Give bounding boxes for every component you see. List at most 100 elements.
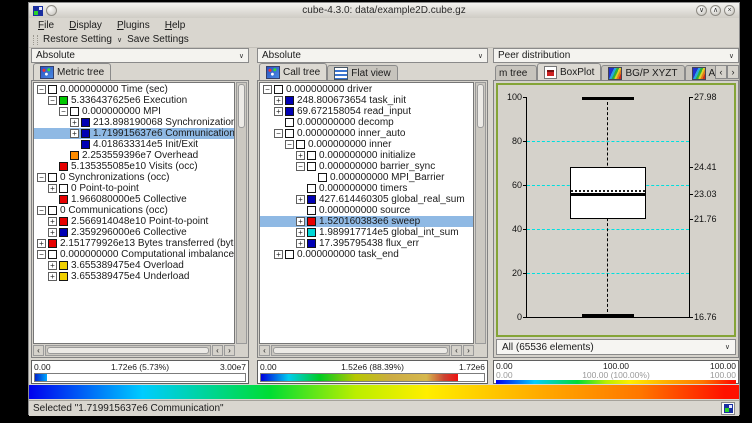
metric-tree-row[interactable]: +3.655389475e4 Overload <box>34 260 234 271</box>
scroll-left-button[interactable]: ‹ <box>259 345 270 356</box>
metric-tree-row[interactable]: +2.359296000e6 Collective <box>34 227 234 238</box>
menu-help[interactable]: Help <box>165 20 186 31</box>
call-tree-row[interactable]: 0.000000000 MPI_Barrier <box>260 172 473 183</box>
chevron-down-icon[interactable]: ∨ <box>117 36 122 44</box>
metric-tree-row[interactable]: +213.898190068 Synchronization <box>34 117 234 128</box>
metric-tree-row[interactable]: +2.566914048e10 Point-to-point <box>34 216 234 227</box>
expand-icon[interactable]: + <box>48 261 57 270</box>
element-filter-dropdown[interactable]: All (65536 elements) ∨ <box>496 339 736 355</box>
call-tree-row[interactable]: +17.395795438 flux_err <box>260 238 473 249</box>
scroll-left-button[interactable]: ‹ <box>451 345 462 356</box>
collapse-icon[interactable]: − <box>37 206 46 215</box>
scrollbar-slider[interactable] <box>273 347 448 354</box>
metric-horizontal-scrollbar[interactable]: ‹ ‹ › <box>33 345 235 356</box>
restore-setting-button[interactable]: Restore Setting <box>43 34 112 45</box>
scroll-right-button[interactable]: › <box>224 345 235 356</box>
metric-tree-row[interactable]: 1.966080000e5 Collective <box>34 194 234 205</box>
sync-toolbar-button[interactable] <box>721 402 735 415</box>
tab-scroll-right-button[interactable]: › <box>727 65 739 79</box>
call-tree-row[interactable]: 0.000000000 timers <box>260 183 473 194</box>
call-tree-row[interactable]: 0.000000000 source <box>260 205 473 216</box>
metric-tree-row[interactable]: −0.000000000 Computational imbalance (se… <box>34 249 234 260</box>
scroll-left-button[interactable]: ‹ <box>212 345 223 356</box>
tab-flat-view[interactable]: Flat view <box>327 65 397 80</box>
menu-plugins[interactable]: Plugins <box>117 20 150 31</box>
expand-icon[interactable]: + <box>48 272 57 281</box>
collapse-icon[interactable]: − <box>285 140 294 149</box>
save-settings-button[interactable]: Save Settings <box>127 34 189 45</box>
call-tree-row[interactable]: +1.989917714e5 global_int_sum <box>260 227 473 238</box>
scrollbar-track[interactable] <box>45 345 211 356</box>
metric-tree-row[interactable]: −0.000000000 MPI <box>34 106 234 117</box>
expand-icon[interactable]: + <box>48 228 57 237</box>
collapse-icon[interactable]: − <box>48 96 57 105</box>
expand-icon[interactable]: + <box>296 228 305 237</box>
call-vertical-scrollbar[interactable] <box>475 82 486 344</box>
collapse-icon[interactable]: − <box>274 129 283 138</box>
expand-icon[interactable]: + <box>274 96 283 105</box>
expand-icon[interactable]: + <box>70 129 79 138</box>
scrollbar-slider[interactable] <box>477 84 484 128</box>
tab-scroll-left-button[interactable]: ‹ <box>715 65 727 79</box>
metric-tree-row[interactable]: −5.336437625e6 Execution <box>34 95 234 106</box>
call-tree-row[interactable]: −0.000000000 driver <box>260 84 473 95</box>
collapse-icon[interactable]: − <box>59 107 68 116</box>
expand-icon[interactable]: + <box>70 118 79 127</box>
call-tree-row[interactable]: 0.000000000 decomp <box>260 117 473 128</box>
scrollbar-slider[interactable] <box>47 347 209 354</box>
metric-tree-row[interactable]: +2.151779926e13 Bytes transferred (bytes… <box>34 238 234 249</box>
minimize-icon[interactable]: ∨ <box>696 5 707 16</box>
expand-icon[interactable]: + <box>48 184 57 193</box>
call-tree-row[interactable]: +427.614460305 global_real_sum <box>260 194 473 205</box>
metric-tree-row[interactable]: +1.719915637e6 Communication <box>34 128 234 139</box>
call-tree-row[interactable]: +1.520160383e6 sweep <box>260 216 473 227</box>
expand-icon[interactable]: + <box>274 250 283 259</box>
call-tree-row[interactable]: +248.800673654 task_init <box>260 95 473 106</box>
tab-boxplot[interactable]: BoxPlot <box>537 63 601 80</box>
expand-icon[interactable]: + <box>37 239 46 248</box>
scroll-right-button[interactable]: › <box>463 345 474 356</box>
metric-tree-row[interactable]: +3.655389475e4 Underload <box>34 271 234 282</box>
collapse-icon[interactable]: − <box>37 173 46 182</box>
call-tree-row[interactable]: −0.000000000 inner <box>260 139 473 150</box>
metric-tree-row[interactable]: 2.253559396e7 Overhead <box>34 150 234 161</box>
maximize-icon[interactable]: ∧ <box>710 5 721 16</box>
metric-tree-row[interactable]: −0.000000000 Time (sec) <box>34 84 234 95</box>
expand-icon[interactable]: + <box>274 107 283 116</box>
collapse-icon[interactable]: − <box>296 162 305 171</box>
metric-tree-view[interactable]: −0.000000000 Time (sec)−5.336437625e6 Ex… <box>33 82 235 344</box>
metric-tree-row[interactable]: −0 Synchronizations (occ) <box>34 172 234 183</box>
expand-icon[interactable]: + <box>296 217 305 226</box>
expand-icon[interactable]: + <box>296 151 305 160</box>
system-selector-combo[interactable]: Peer distribution ∨ <box>493 48 739 63</box>
call-tree-row[interactable]: −0.000000000 inner_auto <box>260 128 473 139</box>
menu-display[interactable]: Display <box>69 20 102 31</box>
metric-vertical-scrollbar[interactable] <box>236 82 247 344</box>
scrollbar-slider[interactable] <box>238 84 245 128</box>
call-tree-view[interactable]: −0.000000000 driver+248.800673654 task_i… <box>259 82 474 344</box>
scroll-left-button[interactable]: ‹ <box>33 345 44 356</box>
call-tree-row[interactable]: −0.000000000 barrier_sync <box>260 161 473 172</box>
tab-metric-tree[interactable]: Metric tree <box>33 63 111 80</box>
expand-icon[interactable]: + <box>296 195 305 204</box>
close-icon[interactable]: × <box>724 5 735 16</box>
toolbar-handle[interactable] <box>33 35 38 45</box>
metric-tree-row[interactable]: −0 Communications (occ) <box>34 205 234 216</box>
call-selector-combo[interactable]: Absolute ∨ <box>257 48 488 63</box>
menu-file[interactable]: File <box>38 20 54 31</box>
titlebar[interactable]: cube-4.3.0: data/example2D.cube.gz ∨ ∧ × <box>29 3 739 18</box>
expand-icon[interactable]: + <box>48 217 57 226</box>
metric-selector-combo[interactable]: Absolute ∨ <box>31 48 249 63</box>
metric-tree-row[interactable]: +0 Point-to-point <box>34 183 234 194</box>
tab-call-tree[interactable]: Call tree <box>259 63 327 80</box>
call-tree-row[interactable]: +0.000000000 initialize <box>260 150 473 161</box>
tab-bgp-xyzt[interactable]: BG/P XYZT <box>601 65 684 80</box>
expand-icon[interactable]: + <box>296 239 305 248</box>
collapse-icon[interactable]: − <box>263 85 272 94</box>
scrollbar-track[interactable] <box>271 345 450 356</box>
collapse-icon[interactable]: − <box>37 85 46 94</box>
metric-tree-row[interactable]: 4.018633314e5 Init/Exit <box>34 139 234 150</box>
collapse-icon[interactable]: − <box>37 250 46 259</box>
call-tree-row[interactable]: +69.672158054 read_input <box>260 106 473 117</box>
call-horizontal-scrollbar[interactable]: ‹ ‹ › <box>259 345 474 356</box>
